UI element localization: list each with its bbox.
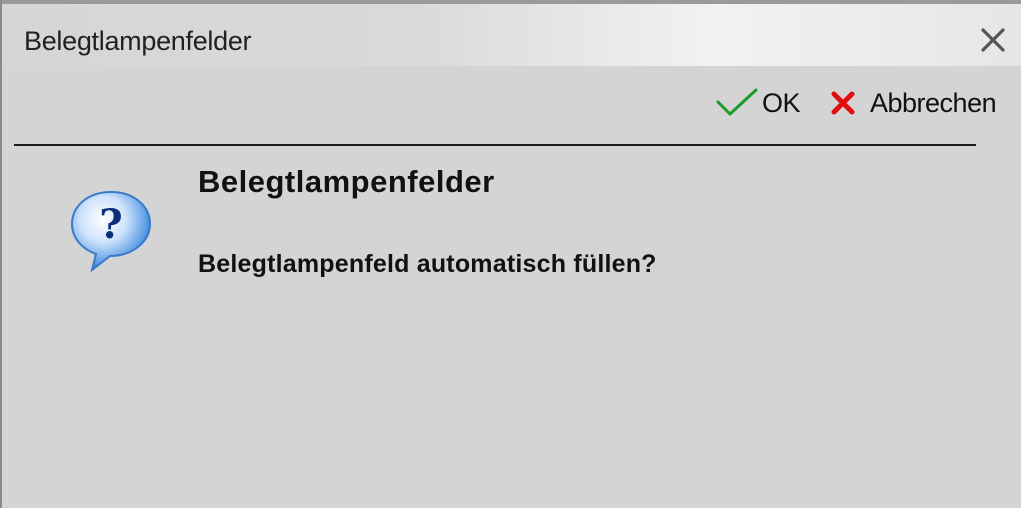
ok-button[interactable]: OK xyxy=(714,86,801,120)
cancel-button[interactable]: Abbrechen xyxy=(826,86,997,120)
title-bar: Belegtlampenfelder xyxy=(2,0,1021,66)
message-heading: Belegtlampenfelder xyxy=(198,164,495,199)
question-bubble-icon: ? xyxy=(70,190,152,273)
cancel-button-label: Abbrechen xyxy=(870,87,997,118)
close-button[interactable] xyxy=(973,22,1013,58)
red-x-icon xyxy=(831,91,855,115)
dialog-window: Belegtlampenfelder OK Abbrechen ? Belegt… xyxy=(0,0,1021,508)
checkmark-icon xyxy=(716,88,758,116)
close-icon xyxy=(981,28,1005,52)
svg-text:?: ? xyxy=(99,201,122,248)
separator-line xyxy=(14,144,976,146)
message-text: Belegtlampenfeld automatisch füllen? xyxy=(198,250,657,278)
ok-button-label: OK xyxy=(762,87,801,118)
dialog-toolbar: OK Abbrechen xyxy=(2,66,1021,142)
window-title: Belegtlampenfelder xyxy=(24,26,252,56)
